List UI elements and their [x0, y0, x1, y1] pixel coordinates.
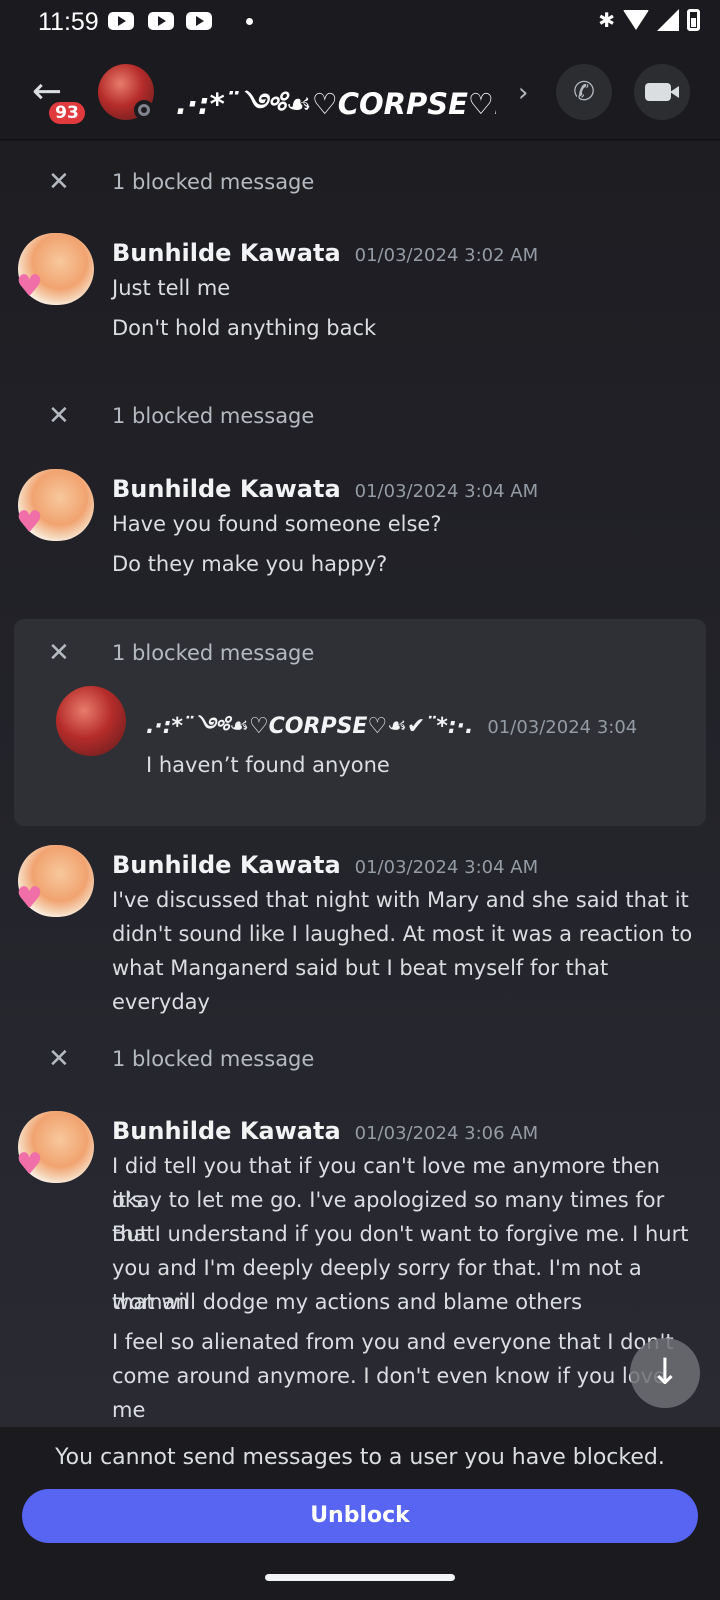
blocked-message-row[interactable]: ✕ 1 blocked message [0, 159, 720, 209]
message-text: that will dodge my actions and blame oth… [112, 1290, 583, 1314]
close-icon: ✕ [48, 638, 70, 668]
phone-call-icon: ✆ [573, 77, 595, 107]
offline-status-icon [134, 100, 154, 120]
arrow-down-icon: ↓ [649, 1352, 681, 1393]
battery-icon [687, 9, 700, 31]
message-author[interactable]: Bunhilde Kawata 01/03/2024 3:02 AM [112, 239, 538, 267]
message-text: what Manganerd said but I beat myself fo… [112, 956, 609, 1014]
voice-call-button[interactable]: ✆ [556, 64, 612, 120]
unread-badge: 93 [46, 99, 88, 127]
message-timestamp: 01/03/2024 3:04 [487, 717, 638, 738]
jump-to-present-button[interactable]: ↓ [630, 1338, 700, 1408]
avatar[interactable] [56, 686, 126, 756]
close-icon: ✕ [48, 167, 70, 197]
close-icon: ✕ [48, 401, 70, 431]
blocked-message-row[interactable]: ✕ 1 blocked message [0, 630, 720, 680]
message-text: didn't sound like I laughed. At most it … [112, 922, 693, 946]
chat-header: ← 93 .·:*¨༺☙♡CORPSE♡... › ✆ [0, 44, 720, 140]
home-indicator[interactable] [265, 1574, 455, 1581]
more-notifications-dot [246, 18, 253, 25]
message-timestamp: 01/03/2024 3:02 AM [354, 245, 539, 266]
message-author[interactable]: Bunhilde Kawata 01/03/2024 3:04 AM [112, 851, 538, 879]
blocked-message-label: 1 blocked message [112, 170, 315, 194]
youtube-notification-icon [108, 12, 134, 30]
status-time: 11:59 [38, 8, 99, 36]
message-list[interactable]: ✕ 1 blocked message ♥ Bunhilde Kawata 01/… [0, 141, 720, 1427]
bluetooth-icon: ✱ [598, 8, 615, 32]
blocked-message-label: 1 blocked message [112, 404, 315, 428]
heart-icon: ♥ [16, 269, 43, 304]
message-text: Just tell me [112, 276, 231, 300]
video-call-button[interactable] [634, 64, 690, 120]
message-text: Do they make you happy? [112, 552, 388, 576]
blocked-notice: You cannot send messages to a user you h… [55, 1445, 665, 1470]
chevron-right-icon[interactable]: › [518, 78, 528, 108]
message-text: But I understand if you don't want to fo… [112, 1222, 689, 1246]
message-text: I feel so alienated from you and everyon… [112, 1330, 674, 1354]
message-text: I haven’t found anyone [146, 753, 390, 777]
message-text: I've discussed that night with Mary and … [112, 888, 689, 912]
message-text: Have you found someone else? [112, 512, 442, 536]
cell-signal-icon [657, 9, 679, 31]
youtube-notification-icon [186, 12, 212, 30]
heart-icon: ♥ [16, 505, 43, 540]
avatar[interactable]: ♥ [16, 233, 94, 305]
avatar[interactable]: ♥ [16, 845, 94, 917]
unblock-button[interactable]: Unblock [22, 1489, 698, 1543]
avatar[interactable]: ♥ [16, 469, 94, 541]
message-author[interactable]: Bunhilde Kawata 01/03/2024 3:06 AM [112, 1117, 538, 1145]
heart-icon: ♥ [16, 1147, 43, 1182]
blocked-message-row[interactable]: ✕ 1 blocked message [0, 1036, 720, 1086]
avatar[interactable]: ♥ [16, 1111, 94, 1183]
blocked-footer: You cannot send messages to a user you h… [0, 1427, 720, 1559]
video-camera-icon [645, 83, 679, 101]
status-bar: 11:59 ✱ [0, 0, 720, 44]
close-icon: ✕ [48, 1044, 70, 1074]
youtube-notification-icon [148, 12, 174, 30]
message-author[interactable]: Bunhilde Kawata 01/03/2024 3:04 AM [112, 475, 538, 503]
heart-icon: ♥ [16, 881, 43, 916]
wifi-icon [623, 10, 649, 30]
message-timestamp: 01/03/2024 3:04 AM [354, 857, 539, 878]
blocked-message-row[interactable]: ✕ 1 blocked message [0, 393, 720, 443]
message-text: Don't hold anything back [112, 316, 377, 340]
gesture-nav-bar [0, 1559, 720, 1600]
message-timestamp: 01/03/2024 3:06 AM [354, 1123, 539, 1144]
message-text: come around anymore. I don't even know i… [112, 1364, 666, 1422]
message-timestamp: 01/03/2024 3:04 AM [354, 481, 539, 502]
blocked-message-label: 1 blocked message [112, 1047, 315, 1071]
blocked-message-label: 1 blocked message [112, 641, 315, 665]
